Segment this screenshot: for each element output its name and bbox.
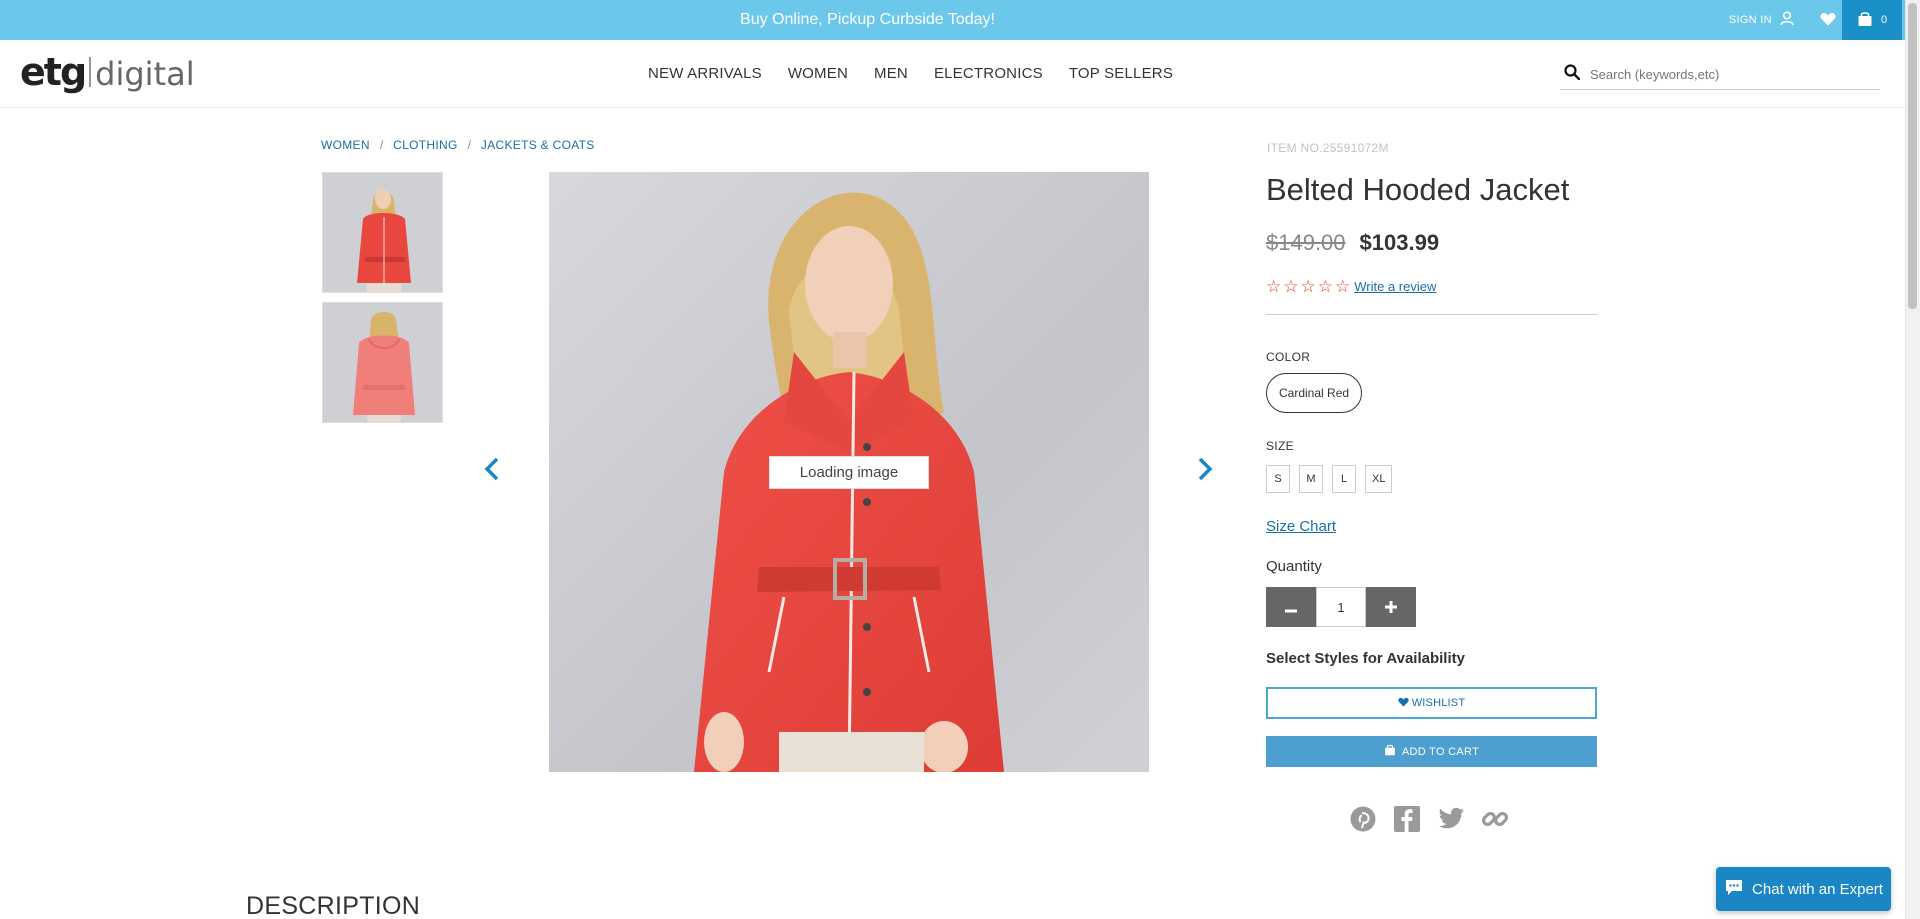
color-label: COLOR (1266, 350, 1311, 364)
twitter-icon[interactable] (1437, 805, 1465, 833)
description-heading: DESCRIPTION (246, 892, 421, 919)
size-option-xl[interactable]: XL (1365, 465, 1393, 493)
chevron-left-icon (484, 457, 500, 486)
chat-label: Chat with an Expert (1752, 880, 1883, 898)
chat-with-expert-button[interactable]: Chat with an Expert (1716, 867, 1891, 911)
site-logo[interactable]: etg digital (20, 50, 195, 94)
pinterest-icon[interactable] (1349, 805, 1377, 833)
logo-etg: etg (20, 50, 87, 94)
bag-icon (1384, 744, 1396, 759)
quantity-increase-button[interactable] (1366, 587, 1416, 627)
loading-image-overlay: Loading image (769, 456, 929, 489)
heart-icon (1398, 697, 1409, 710)
promo-bar: Buy Online, Pickup Curbside Today! SIGN … (0, 0, 1920, 40)
availability-text: Select Styles for Availability (1266, 650, 1465, 667)
product-title: Belted Hooded Jacket (1266, 172, 1570, 207)
write-review-link[interactable]: Write a review (1354, 279, 1436, 294)
product-thumbnail-front[interactable] (322, 172, 443, 293)
chat-icon (1724, 878, 1744, 900)
breadcrumb-clothing[interactable]: CLOTHING (393, 138, 457, 152)
share-icons (1349, 805, 1509, 833)
size-chart-link[interactable]: Size Chart (1266, 518, 1336, 535)
search-bar (1560, 60, 1880, 90)
site-header: etg digital NEW ARRIVALS WOMEN MEN ELECT… (0, 40, 1905, 108)
divider (1266, 314, 1597, 315)
size-option-l[interactable]: L (1332, 465, 1356, 493)
cart-icon (1857, 11, 1873, 30)
sign-in-label: SIGN IN (1728, 14, 1772, 26)
promo-text: Buy Online, Pickup Curbside Today! (740, 11, 995, 28)
sign-in-link[interactable]: SIGN IN (1729, 11, 1794, 29)
quantity-label: Quantity (1266, 558, 1322, 575)
nav-men[interactable]: MEN (874, 65, 908, 82)
logo-divider (89, 57, 92, 87)
nav-new-arrivals[interactable]: NEW ARRIVALS (648, 65, 762, 82)
star-empty-icon[interactable]: ☆ (1283, 278, 1298, 295)
nav-women[interactable]: WOMEN (788, 65, 848, 82)
top-actions: SIGN IN 0 (1729, 0, 1850, 40)
breadcrumb-separator: / (379, 138, 384, 152)
minus-icon (1285, 597, 1297, 618)
plus-icon (1385, 597, 1397, 618)
price-row: $149.00 $103.99 (1266, 230, 1439, 256)
main-nav: NEW ARRIVALS WOMEN MEN ELECTRONICS TOP S… (648, 40, 1173, 106)
nav-top-sellers[interactable]: TOP SELLERS (1069, 65, 1173, 82)
heart-icon (1820, 12, 1836, 29)
link-icon[interactable] (1481, 805, 1509, 833)
search-icon[interactable] (1564, 64, 1581, 85)
star-empty-icon[interactable]: ☆ (1335, 278, 1350, 295)
search-input[interactable] (1590, 67, 1870, 82)
product-thumbnail-back[interactable] (322, 302, 443, 423)
quantity-input[interactable] (1316, 587, 1366, 627)
breadcrumb-separator: / (467, 138, 471, 152)
user-icon (1780, 11, 1794, 29)
original-price: $149.00 (1266, 230, 1346, 255)
star-empty-icon[interactable]: ☆ (1318, 278, 1333, 295)
add-to-cart-button[interactable]: ADD TO CART (1266, 736, 1597, 767)
logo-digital: digital (95, 55, 195, 93)
cart-count: 0 (1880, 14, 1888, 26)
scrollbar-thumb[interactable] (1908, 3, 1917, 309)
add-to-cart-label: ADD TO CART (1401, 745, 1480, 758)
nav-electronics[interactable]: ELECTRONICS (934, 65, 1043, 82)
size-options: S M L XL (1266, 465, 1393, 493)
breadcrumb: WOMEN / CLOTHING / JACKETS & COATS (321, 138, 595, 152)
color-option-cardinal-red[interactable]: Cardinal Red (1266, 373, 1363, 413)
size-option-m[interactable]: M (1299, 465, 1323, 493)
breadcrumb-women[interactable]: WOMEN (321, 138, 370, 152)
page-scrollbar[interactable] (1905, 0, 1920, 919)
breadcrumb-jackets-coats[interactable]: JACKETS & COATS (481, 138, 595, 152)
gallery-next-button[interactable] (1193, 455, 1217, 487)
sale-price: $103.99 (1359, 230, 1440, 255)
quantity-decrease-button[interactable] (1266, 587, 1316, 627)
star-empty-icon[interactable]: ☆ (1301, 278, 1316, 295)
wishlist-button-label: WISHLIST (1411, 697, 1466, 709)
size-option-s[interactable]: S (1266, 465, 1290, 493)
size-label: SIZE (1266, 439, 1294, 453)
item-number: ITEM NO.25591072M (1267, 141, 1389, 155)
rating-row: ☆ ☆ ☆ ☆ ☆ Write a review (1266, 278, 1436, 295)
quantity-stepper (1266, 587, 1416, 627)
star-empty-icon[interactable]: ☆ (1266, 278, 1281, 295)
gallery-prev-button[interactable] (480, 455, 504, 487)
facebook-icon[interactable] (1393, 805, 1421, 833)
cart-button[interactable]: 0 (1842, 0, 1902, 40)
chevron-right-icon (1197, 457, 1213, 486)
wishlist-button[interactable]: WISHLIST (1266, 687, 1597, 719)
